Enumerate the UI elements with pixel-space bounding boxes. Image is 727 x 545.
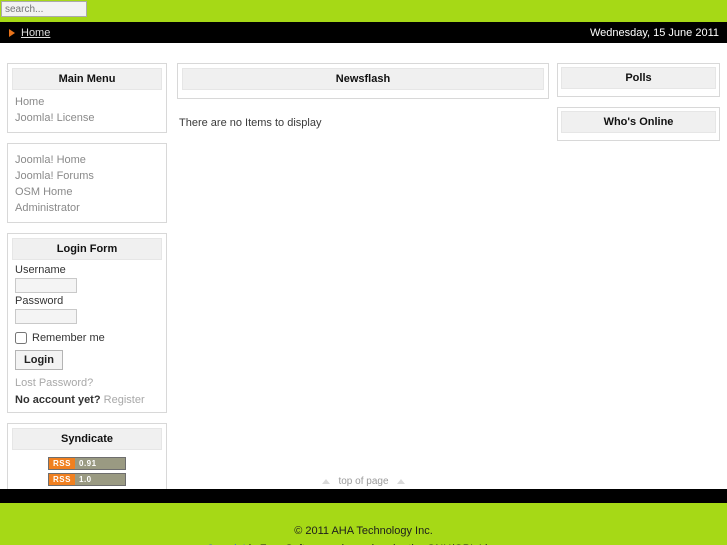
right-sidebar: Polls Who's Online xyxy=(557,63,720,151)
module-main-menu: Main Menu Home Joomla! License xyxy=(7,63,167,133)
sidebar-item-home[interactable]: Home xyxy=(15,96,44,108)
triangle-right-icon xyxy=(9,28,15,37)
list-item: Home xyxy=(15,94,159,110)
password-field[interactable] xyxy=(15,309,77,324)
module-title-main-menu: Main Menu xyxy=(12,68,162,90)
page-root: Home Wednesday, 15 June 2011 Main Menu H… xyxy=(0,0,727,545)
content-area: Main Menu Home Joomla! License Joomla! H… xyxy=(0,43,727,543)
main-content: Newsflash There are no Items to display xyxy=(177,63,549,131)
lost-password-link[interactable]: Lost Password? xyxy=(15,377,159,389)
footer-copyright: © 2011 AHA Technology Inc. xyxy=(294,525,433,537)
sidebar-item-joomla-license[interactable]: Joomla! License xyxy=(15,112,95,124)
sidebar-item-administrator[interactable]: Administrator xyxy=(15,202,80,214)
module-whos-online: Who's Online xyxy=(557,107,720,141)
list-item: Joomla! Home xyxy=(15,152,159,168)
navigation-bar: Home Wednesday, 15 June 2011 xyxy=(0,22,727,43)
sidebar-item-joomla-home[interactable]: Joomla! Home xyxy=(15,154,86,166)
module-body-main-menu: Home Joomla! License xyxy=(12,94,162,128)
password-label: Password xyxy=(15,295,64,307)
list-item: Administrator xyxy=(15,200,159,216)
search-input[interactable] xyxy=(1,1,87,17)
breadcrumb-item-home[interactable]: Home xyxy=(21,27,50,39)
module-login-form: Login Form Username Password Remember me… xyxy=(7,233,167,413)
newsflash-empty-message: There are no Items to display xyxy=(179,117,322,129)
no-account-row: No account yet? Register xyxy=(15,394,159,406)
module-polls: Polls xyxy=(557,63,720,97)
list-item: Joomla! License xyxy=(15,110,159,126)
feed-version-label: 0.91 xyxy=(75,458,125,469)
login-button[interactable]: Login xyxy=(15,350,63,370)
remember-me-row: Remember me xyxy=(15,332,159,344)
remember-me-checkbox[interactable] xyxy=(15,332,27,344)
current-date: Wednesday, 15 June 2011 xyxy=(589,26,719,39)
arrow-up-icon xyxy=(322,478,331,484)
username-label: Username xyxy=(15,264,66,276)
footer-divider xyxy=(0,489,727,503)
username-field[interactable] xyxy=(15,278,77,293)
feed-badge-rss-091[interactable]: RSS 0.91 xyxy=(48,457,126,470)
module-newsflash: Newsflash xyxy=(177,63,549,99)
sidebar-item-joomla-forums[interactable]: Joomla! Forums xyxy=(15,170,94,182)
remember-me-label: Remember me xyxy=(32,332,105,344)
list-item: OSM Home xyxy=(15,184,159,200)
module-body-login-form: Username Password Remember me Login Lost… xyxy=(12,264,162,408)
module-title-polls: Polls xyxy=(561,67,716,89)
module-title-login-form: Login Form xyxy=(12,238,162,260)
top-of-page-link[interactable]: top of page xyxy=(338,476,388,487)
arrow-up-icon xyxy=(396,478,405,484)
top-of-page-bar: top of page xyxy=(0,473,727,489)
module-title-newsflash: Newsflash xyxy=(182,68,544,90)
sidebar-item-osm-home[interactable]: OSM Home xyxy=(15,186,72,198)
list-item: Joomla! Forums xyxy=(15,168,159,184)
feed-tag-label: RSS xyxy=(49,458,75,469)
top-search-bar xyxy=(0,0,727,22)
footer-license: Joomla! is Free Software released under … xyxy=(0,537,727,545)
breadcrumb: Home xyxy=(9,22,50,43)
other-menu-list: Joomla! Home Joomla! Forums OSM Home Adm… xyxy=(15,152,159,216)
register-link[interactable]: Register xyxy=(104,394,145,406)
module-other-menu: Joomla! Home Joomla! Forums OSM Home Adm… xyxy=(7,143,167,223)
module-body-other-menu: Joomla! Home Joomla! Forums OSM Home Adm… xyxy=(12,148,162,218)
module-title-syndicate: Syndicate xyxy=(12,428,162,450)
footer: © 2011 AHA Technology Inc. Joomla! is Fr… xyxy=(0,503,727,545)
no-account-label: No account yet? xyxy=(15,394,101,406)
module-title-whos-online: Who's Online xyxy=(561,111,716,133)
main-menu-list: Home Joomla! License xyxy=(15,94,159,126)
